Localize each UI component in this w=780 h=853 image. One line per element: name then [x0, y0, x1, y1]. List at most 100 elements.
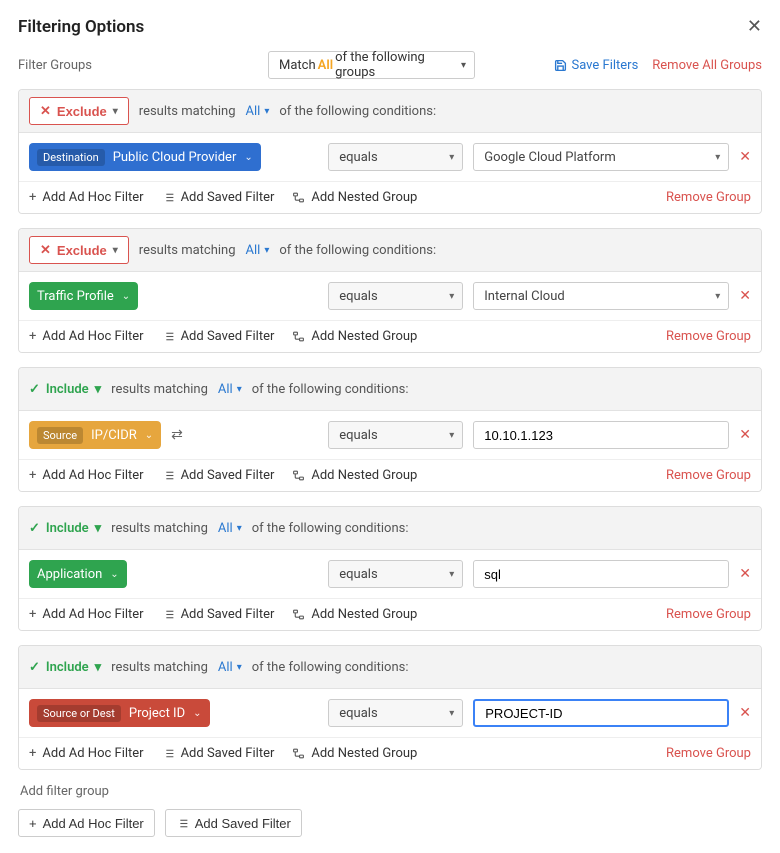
- chevron-down-icon: ▾: [449, 569, 454, 580]
- of-following-label: of the following conditions:: [252, 660, 409, 675]
- match-all-label: All: [218, 521, 233, 536]
- value-label: Google Cloud Platform: [484, 150, 615, 165]
- chevron-down-icon: ⌄: [244, 152, 252, 163]
- remove-condition-icon[interactable]: ✕: [739, 149, 751, 165]
- match-all-dropdown[interactable]: All ▾: [246, 243, 270, 258]
- value-input[interactable]: [473, 560, 729, 588]
- dimension-chip[interactable]: Source or Dest Project ID ⌄: [29, 699, 210, 727]
- check-icon: ✓: [29, 660, 40, 675]
- add-saved-filter-button[interactable]: Add Saved Filter: [165, 809, 302, 837]
- results-matching-label: results matching: [111, 660, 208, 675]
- mode-include-button[interactable]: ✓ Include ▾: [29, 375, 101, 403]
- remove-group-link[interactable]: Remove Group: [666, 468, 751, 483]
- value-input[interactable]: [473, 421, 729, 449]
- operator-select[interactable]: equals ▾: [328, 143, 463, 171]
- remove-group-link[interactable]: Remove Group: [666, 746, 751, 761]
- chevron-down-icon: ▾: [237, 662, 242, 673]
- add-filter-group-label: Add filter group: [20, 784, 762, 799]
- nested-icon: [292, 330, 305, 343]
- add-nested-group-link[interactable]: Add Nested Group: [292, 468, 417, 483]
- add-saved-filter-link[interactable]: Add Saved Filter: [162, 329, 275, 344]
- match-mode-select[interactable]: Match All of the following groups ▾: [268, 51, 475, 79]
- filter-group: ✕ Exclude ▾ results matching All ▾ of th…: [18, 228, 762, 353]
- operator-select[interactable]: equals ▾: [328, 560, 463, 588]
- dimension-chip[interactable]: Source IP/CIDR ⌄: [29, 421, 161, 449]
- value-select[interactable]: Google Cloud Platform ▾: [473, 143, 729, 171]
- of-following-label: of the following conditions:: [252, 521, 409, 536]
- add-adhoc-filter-link[interactable]: + Add Ad Hoc Filter: [29, 468, 144, 483]
- value-select[interactable]: Internal Cloud ▾: [473, 282, 729, 310]
- save-filters-link[interactable]: Save Filters: [554, 58, 638, 73]
- add-saved-filter-link[interactable]: Add Saved Filter: [162, 607, 275, 622]
- remove-group-link[interactable]: Remove Group: [666, 607, 751, 622]
- match-all-label: All: [218, 382, 233, 397]
- add-nested-group-link[interactable]: Add Nested Group: [292, 607, 417, 622]
- remove-condition-icon[interactable]: ✕: [739, 705, 751, 721]
- swap-icon[interactable]: ⇄: [171, 427, 183, 443]
- of-following-label: of the following conditions:: [279, 104, 436, 119]
- mode-exclude-button[interactable]: ✕ Exclude ▾: [29, 97, 129, 125]
- add-nested-group-link[interactable]: Add Nested Group: [292, 746, 417, 761]
- results-matching-label: results matching: [139, 104, 236, 119]
- page-title: Filtering Options: [18, 17, 144, 37]
- match-all-label: All: [218, 660, 233, 675]
- add-adhoc-filter-link[interactable]: + Add Ad Hoc Filter: [29, 190, 144, 205]
- add-adhoc-filter-link[interactable]: + Add Ad Hoc Filter: [29, 607, 144, 622]
- chevron-down-icon: ▾: [113, 245, 118, 256]
- match-all-dropdown[interactable]: All ▾: [246, 104, 270, 119]
- match-all-dropdown[interactable]: All ▾: [218, 382, 242, 397]
- chevron-down-icon: ▾: [264, 245, 269, 256]
- dimension-chip[interactable]: Destination Public Cloud Provider ⌄: [29, 143, 261, 171]
- nested-icon: [292, 469, 305, 482]
- list-icon: [162, 747, 175, 760]
- plus-icon: +: [29, 468, 36, 483]
- x-icon: ✕: [40, 242, 51, 258]
- close-icon[interactable]: ✕: [747, 16, 762, 37]
- add-adhoc-filter-link[interactable]: + Add Ad Hoc Filter: [29, 329, 144, 344]
- operator-select[interactable]: equals ▾: [328, 282, 463, 310]
- remove-all-groups-link[interactable]: Remove All Groups: [652, 58, 762, 73]
- dimension-chip[interactable]: Traffic Profile ⌄: [29, 282, 138, 310]
- dimension-chip[interactable]: Application ⌄: [29, 560, 127, 588]
- add-saved-filter-link[interactable]: Add Saved Filter: [162, 746, 275, 761]
- chip-label: IP/CIDR: [91, 428, 137, 443]
- operator-label: equals: [339, 150, 377, 165]
- mode-include-button[interactable]: ✓ Include ▾: [29, 653, 101, 681]
- list-icon: [162, 191, 175, 204]
- remove-group-link[interactable]: Remove Group: [666, 329, 751, 344]
- remove-condition-icon[interactable]: ✕: [739, 427, 751, 443]
- chevron-down-icon: ⌄: [193, 708, 201, 719]
- chip-tag: Source: [37, 427, 83, 444]
- chevron-down-icon: ▾: [237, 384, 242, 395]
- remove-condition-icon[interactable]: ✕: [739, 288, 751, 304]
- nested-icon: [292, 191, 305, 204]
- list-icon: [162, 608, 175, 621]
- add-adhoc-filter-button[interactable]: + Add Ad Hoc Filter: [18, 809, 155, 837]
- mode-label: Include: [46, 660, 89, 675]
- chip-tag: Source or Dest: [37, 705, 121, 722]
- remove-condition-icon[interactable]: ✕: [739, 566, 751, 582]
- remove-group-link[interactable]: Remove Group: [666, 190, 751, 205]
- add-adhoc-filter-link[interactable]: + Add Ad Hoc Filter: [29, 746, 144, 761]
- match-all-dropdown[interactable]: All ▾: [218, 521, 242, 536]
- filter-group: ✓ Include ▾ results matching All ▾ of th…: [18, 506, 762, 631]
- add-saved-filter-link[interactable]: Add Saved Filter: [162, 468, 275, 483]
- mode-exclude-button[interactable]: ✕ Exclude ▾: [29, 236, 129, 264]
- chip-label: Application: [37, 567, 102, 582]
- results-matching-label: results matching: [111, 382, 208, 397]
- operator-select[interactable]: equals ▾: [328, 421, 463, 449]
- operator-label: equals: [339, 428, 377, 443]
- value-input[interactable]: [473, 699, 729, 727]
- filter-group: ✓ Include ▾ results matching All ▾ of th…: [18, 367, 762, 492]
- chevron-down-icon: ▾: [449, 152, 454, 163]
- operator-select[interactable]: equals ▾: [328, 699, 463, 727]
- add-nested-group-link[interactable]: Add Nested Group: [292, 190, 417, 205]
- match-suffix: of the following groups: [335, 50, 452, 80]
- match-mode: All: [316, 58, 335, 73]
- chevron-down-icon: ▾: [95, 660, 102, 675]
- plus-icon: +: [29, 746, 36, 761]
- add-saved-filter-link[interactable]: Add Saved Filter: [162, 190, 275, 205]
- add-nested-group-link[interactable]: Add Nested Group: [292, 329, 417, 344]
- mode-include-button[interactable]: ✓ Include ▾: [29, 514, 101, 542]
- match-all-dropdown[interactable]: All ▾: [218, 660, 242, 675]
